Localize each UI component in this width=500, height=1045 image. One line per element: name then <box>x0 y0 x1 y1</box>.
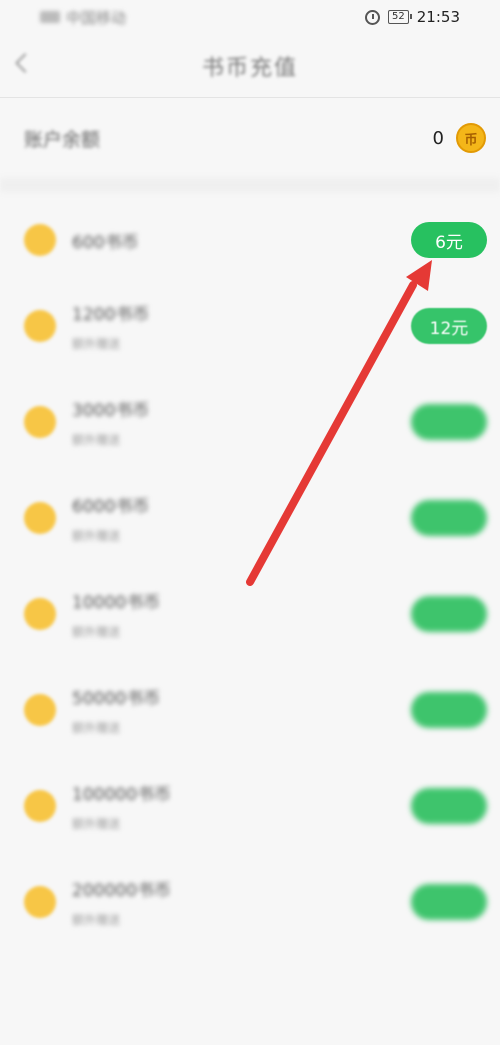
balance-row: 账户余额 0 币 <box>0 98 500 178</box>
item-title: 3000书币 <box>72 401 150 421</box>
balance-right: 0 币 <box>433 123 486 153</box>
list-item[interactable]: 100000书币 额外赠送 <box>0 758 500 854</box>
list-item[interactable]: 1200书币 额外赠送 12元 <box>0 278 500 374</box>
coin-icon <box>24 406 56 438</box>
recharge-list: 600书币 6元 1200书币 额外赠送 12元 3000书币 额外赠送 600… <box>0 192 500 950</box>
item-text: 1200书币 额外赠送 <box>72 300 411 352</box>
list-item[interactable]: 600书币 6元 <box>0 202 500 278</box>
coin-icon <box>24 310 56 342</box>
item-title: 600书币 <box>72 232 139 253</box>
item-text: 3000书币 额外赠送 <box>72 396 411 448</box>
item-subtitle: 额外赠送 <box>72 721 121 735</box>
coin-icon <box>24 502 56 534</box>
list-item[interactable]: 200000书币 额外赠送 <box>0 854 500 950</box>
coin-icon <box>24 694 56 726</box>
item-text: 6000书币 额外赠送 <box>72 492 411 544</box>
status-bar: 中国移动 52 21:53 <box>0 0 500 34</box>
item-title: 6000书币 <box>72 497 150 517</box>
status-right: 52 21:53 <box>365 8 460 26</box>
price-button[interactable] <box>411 404 487 440</box>
battery-icon: 52 <box>388 10 412 24</box>
divider <box>0 178 500 192</box>
item-text: 600书币 <box>72 228 411 253</box>
item-subtitle: 额外赠送 <box>72 913 121 927</box>
list-item[interactable]: 50000书币 额外赠送 <box>0 662 500 758</box>
price-button[interactable] <box>411 692 487 728</box>
carrier-text: 中国移动 <box>66 8 127 27</box>
price-button[interactable] <box>411 500 487 536</box>
list-item[interactable]: 10000书币 额外赠送 <box>0 566 500 662</box>
item-text: 10000书币 额外赠送 <box>72 588 411 640</box>
back-icon[interactable] <box>15 53 35 73</box>
price-button[interactable] <box>411 788 487 824</box>
item-subtitle: 额外赠送 <box>72 817 121 831</box>
item-title: 10000书币 <box>72 593 161 613</box>
balance-value: 0 <box>432 127 444 149</box>
balance-label: 账户余额 <box>24 128 101 151</box>
price-button[interactable]: 6元 <box>411 222 487 258</box>
item-subtitle: 额外赠送 <box>72 625 121 639</box>
coin-icon <box>24 790 56 822</box>
item-subtitle: 额外赠送 <box>72 337 121 351</box>
price-button[interactable] <box>411 884 487 920</box>
price-button[interactable] <box>411 596 487 632</box>
coin-icon: 币 <box>456 123 486 153</box>
item-title: 50000书币 <box>72 689 161 709</box>
signal-icon <box>40 11 60 23</box>
coin-icon <box>24 886 56 918</box>
item-text: 50000书币 额外赠送 <box>72 684 411 736</box>
list-item[interactable]: 3000书币 额外赠送 <box>0 374 500 470</box>
status-time: 21:53 <box>416 8 460 26</box>
list-item[interactable]: 6000书币 额外赠送 <box>0 470 500 566</box>
item-text: 200000书币 额外赠送 <box>72 876 411 928</box>
item-title: 1200书币 <box>72 305 150 325</box>
item-title: 200000书币 <box>72 881 171 901</box>
alarm-icon <box>365 9 381 25</box>
item-text: 100000书币 额外赠送 <box>72 780 411 832</box>
coin-icon <box>24 598 56 630</box>
item-title: 100000书币 <box>72 785 171 805</box>
price-button[interactable]: 12元 <box>411 308 487 344</box>
item-subtitle: 额外赠送 <box>72 529 121 543</box>
coin-icon <box>24 224 56 256</box>
nav-bar: 书币充值 <box>0 34 500 98</box>
page-title: 书币充值 <box>201 55 298 81</box>
item-subtitle: 额外赠送 <box>72 433 121 447</box>
status-left: 中国移动 <box>40 7 126 28</box>
